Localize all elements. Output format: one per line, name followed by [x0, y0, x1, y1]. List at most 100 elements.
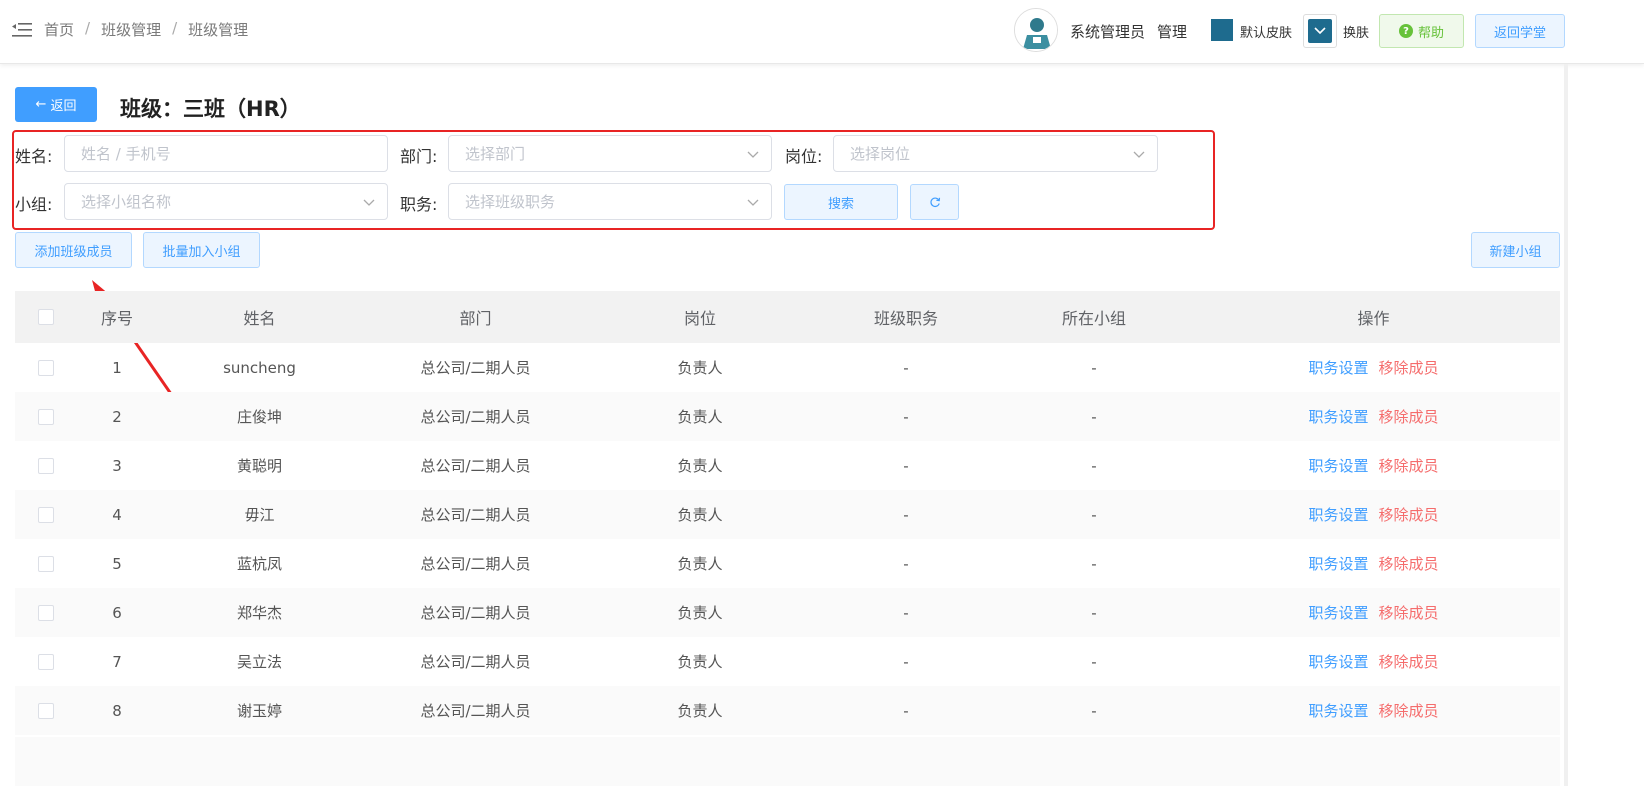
arrow-left-icon: ←	[35, 97, 47, 112]
cell-duty: -	[903, 554, 909, 573]
set-duty-link[interactable]: 职务设置	[1308, 702, 1368, 720]
cell-group: -	[1091, 456, 1097, 475]
set-duty-link[interactable]: 职务设置	[1308, 555, 1368, 573]
set-duty-link[interactable]: 职务设置	[1308, 457, 1368, 475]
row-checkbox[interactable]	[38, 408, 54, 425]
remove-member-link[interactable]: 移除成员	[1379, 702, 1439, 720]
col-header-duty: 班级职务	[873, 309, 938, 328]
username: 系统管理员	[1070, 23, 1146, 41]
search-button[interactable]: 搜索	[784, 184, 898, 220]
row-checkbox[interactable]	[38, 457, 54, 474]
admin-link[interactable]: 管理	[1157, 21, 1187, 42]
cell-post: 负责人	[677, 702, 723, 720]
avatar[interactable]	[1014, 8, 1058, 52]
cell-index: 1	[112, 358, 122, 377]
table-row: 5 蓝杭凤 总公司/二期人员 负责人 - - 职务设置 移除成员	[15, 539, 1560, 588]
set-duty-link[interactable]: 职务设置	[1308, 653, 1368, 671]
row-checkbox[interactable]	[38, 653, 54, 670]
dept-filter-label: 部门:	[400, 147, 438, 166]
new-group-button[interactable]: 新建小组	[1471, 232, 1560, 268]
cell-index: 3	[112, 456, 122, 475]
remove-member-link[interactable]: 移除成员	[1379, 604, 1439, 622]
cell-index: 5	[112, 554, 122, 573]
cell-post: 负责人	[677, 457, 723, 475]
cell-name: 毋江	[244, 506, 275, 524]
cell-ops: 职务设置 移除成员	[1187, 651, 1560, 672]
row-checkbox[interactable]	[38, 506, 54, 523]
chevron-down-icon	[363, 199, 375, 206]
cell-group: -	[1091, 554, 1097, 573]
duty-placeholder: 选择班级职务	[465, 193, 556, 211]
add-class-member-button[interactable]: 添加班级成员	[15, 232, 132, 268]
set-duty-link[interactable]: 职务设置	[1308, 408, 1368, 426]
breadcrumb-current: 班级管理	[188, 21, 249, 39]
chevron-down-icon	[747, 151, 759, 158]
cell-duty: -	[903, 407, 909, 426]
remove-member-link[interactable]: 移除成员	[1379, 457, 1439, 475]
page-scrollbar[interactable]	[1564, 64, 1568, 786]
cell-dept: 总公司/二期人员	[420, 702, 531, 720]
group-select[interactable]: 选择小组名称	[64, 183, 388, 220]
breadcrumb-home[interactable]: 首页	[44, 19, 74, 40]
col-header-group: 所在小组	[1061, 309, 1126, 328]
set-duty-link[interactable]: 职务设置	[1308, 604, 1368, 622]
table-row: 8 谢玉婷 总公司/二期人员 负责人 - - 职务设置 移除成员	[15, 686, 1560, 735]
row-checkbox[interactable]	[38, 359, 54, 376]
cell-name: suncheng	[223, 358, 296, 377]
remove-member-link[interactable]: 移除成员	[1379, 359, 1439, 377]
table-row: 7 吴立法 总公司/二期人员 负责人 - - 职务设置 移除成员	[15, 637, 1560, 686]
duty-select[interactable]: 选择班级职务	[448, 183, 772, 220]
cell-name: 谢玉婷	[236, 702, 282, 720]
group-filter-label: 小组:	[15, 195, 53, 214]
row-checkbox[interactable]	[38, 604, 54, 621]
cell-group: -	[1091, 505, 1097, 524]
cell-duty: -	[903, 701, 909, 720]
refresh-icon	[929, 197, 940, 208]
cell-ops: 职务设置 移除成员	[1187, 504, 1560, 525]
remove-member-link[interactable]: 移除成员	[1379, 506, 1439, 524]
skin-select-dropdown[interactable]	[1303, 14, 1337, 48]
group-placeholder: 选择小组名称	[81, 193, 172, 211]
breadcrumb-separator: /	[85, 19, 91, 37]
back-to-study-button[interactable]: 返回学堂	[1475, 14, 1565, 48]
cell-group: -	[1091, 652, 1097, 671]
members-table: 序号 姓名 部门 岗位 班级职务 所在小组 操作 1 suncheng 总公司/二期…	[15, 291, 1560, 735]
cell-post: 负责人	[677, 555, 723, 573]
cell-name: 郑华杰	[236, 604, 282, 622]
set-duty-link[interactable]: 职务设置	[1308, 359, 1368, 377]
back-button[interactable]: ← 返回	[15, 87, 97, 122]
help-button[interactable]: ? 帮助	[1379, 14, 1464, 48]
post-filter-label: 岗位:	[785, 147, 823, 166]
cell-name: 吴立法	[236, 653, 282, 671]
row-checkbox[interactable]	[38, 555, 54, 572]
cell-dept: 总公司/二期人员	[420, 457, 531, 475]
cell-name: 庄俊坤	[236, 408, 282, 426]
remove-member-link[interactable]: 移除成员	[1379, 653, 1439, 671]
remove-member-link[interactable]: 移除成员	[1379, 408, 1439, 426]
cell-duty: -	[903, 603, 909, 622]
cell-group: -	[1091, 407, 1097, 426]
reset-button[interactable]	[910, 184, 959, 220]
row-checkbox[interactable]	[38, 702, 54, 719]
change-skin-link[interactable]: 换肤	[1343, 22, 1369, 41]
cell-post: 负责人	[677, 604, 723, 622]
post-select[interactable]: 选择岗位	[833, 135, 1158, 172]
cell-index: 2	[112, 407, 122, 426]
batch-add-group-button[interactable]: 批量加入小组	[143, 232, 260, 268]
cell-group: -	[1091, 603, 1097, 622]
table-row-partial	[15, 737, 1560, 786]
dept-select[interactable]: 选择部门	[448, 135, 772, 172]
table-row: 4 毋江 总公司/二期人员 负责人 - - 职务设置 移除成员	[15, 490, 1560, 539]
name-search-input[interactable]: 姓名 / 手机号	[64, 135, 388, 172]
cell-post: 负责人	[677, 408, 723, 426]
select-all-checkbox[interactable]	[38, 309, 54, 325]
table-row: 1 suncheng 总公司/二期人员 负责人 - - 职务设置 移除成员	[15, 343, 1560, 392]
cell-duty: -	[903, 456, 909, 475]
menu-collapse-icon[interactable]	[12, 22, 32, 38]
cell-name: 黄聪明	[236, 457, 282, 475]
remove-member-link[interactable]: 移除成员	[1379, 555, 1439, 573]
top-header: 首页 / 班级管理 / 班级管理 系统管理员 管理 默认皮肤 换肤 ? 帮助 返…	[0, 0, 1644, 64]
breadcrumb: 首页 / 班级管理 / 班级管理	[44, 19, 248, 40]
breadcrumb-class-mgmt[interactable]: 班级管理	[101, 19, 161, 40]
set-duty-link[interactable]: 职务设置	[1308, 506, 1368, 524]
